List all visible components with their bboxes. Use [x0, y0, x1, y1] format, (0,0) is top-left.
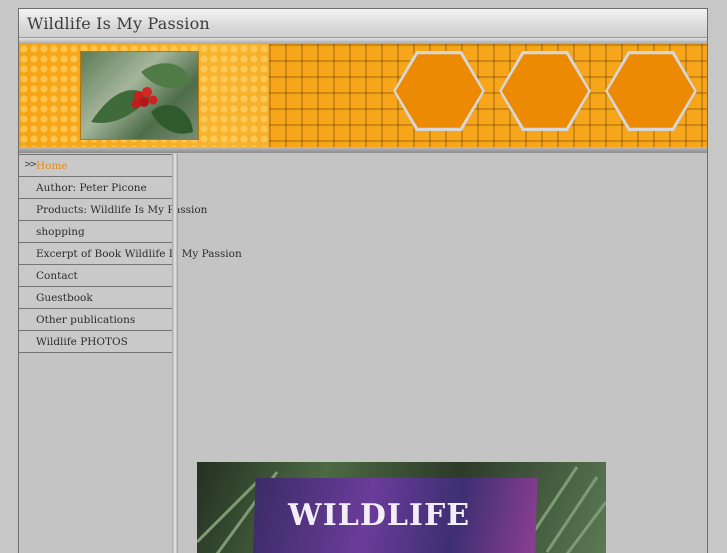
banner: [19, 44, 707, 147]
double-chevron-right-icon: >>: [24, 160, 37, 170]
book-title-text: WILDLIFE: [288, 498, 471, 533]
nav-item-home[interactable]: >> Home: [19, 154, 172, 177]
nav-item-products[interactable]: Products: Wildlife Is My Passion: [19, 199, 207, 221]
nav-item-label: Contact: [36, 270, 78, 282]
page-frame: Wildlife Is My Passion >> Home Author: P…: [18, 8, 708, 553]
nav-item-label: Home: [36, 160, 68, 172]
nav-item-label: Guestbook: [36, 292, 93, 304]
nav-item-author[interactable]: Author: Peter Picone: [19, 177, 172, 199]
nav-item-label: Wildlife PHOTOS: [36, 336, 128, 348]
nav-item-label: shopping: [36, 226, 85, 238]
banner-photo-holly-berries: [80, 51, 199, 140]
nav-item-wildlife-photos[interactable]: Wildlife PHOTOS: [19, 331, 172, 353]
nav-item-label: Other publications: [36, 314, 136, 326]
nav-item-guestbook[interactable]: Guestbook: [19, 287, 172, 309]
nav-item-excerpt[interactable]: Excerpt of Book Wildlife Is My Passion: [19, 243, 242, 265]
sidebar-divider: [172, 154, 178, 553]
nav-item-contact[interactable]: Contact: [19, 265, 172, 287]
header: Wildlife Is My Passion: [19, 9, 707, 38]
site-title: Wildlife Is My Passion: [27, 14, 210, 33]
nav-item-other-publications[interactable]: Other publications: [19, 309, 172, 331]
nav-item-shopping[interactable]: shopping: [19, 221, 172, 243]
book-cover-image[interactable]: WILDLIFE: [197, 462, 606, 553]
nav-item-label: Excerpt of Book Wildlife Is My Passion: [36, 248, 242, 260]
nav-item-label: Products: Wildlife Is My Passion: [36, 204, 208, 216]
banner-bottom-rule: [19, 147, 707, 153]
sidebar-nav: >> Home Author: Peter Picone Products: W…: [19, 154, 242, 353]
nav-item-label: Author: Peter Picone: [36, 182, 147, 194]
